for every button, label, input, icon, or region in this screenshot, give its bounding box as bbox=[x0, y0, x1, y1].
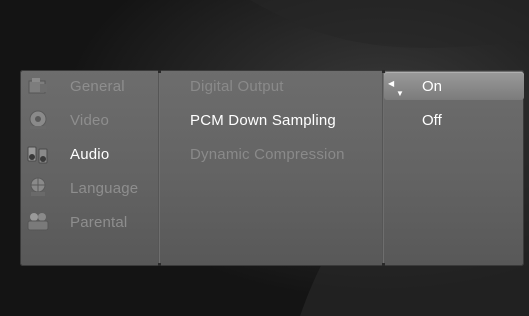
value-off[interactable]: Off bbox=[384, 106, 524, 134]
divider-notch bbox=[382, 263, 385, 266]
category-label: Video bbox=[70, 111, 110, 129]
down-arrow-icon: ▼ bbox=[396, 89, 404, 98]
option-digital-output[interactable]: Digital Output bbox=[190, 72, 284, 100]
parental-icon bbox=[27, 213, 49, 231]
option-dynamic-compression[interactable]: Dynamic Compression bbox=[190, 140, 345, 168]
category-general[interactable]: General bbox=[26, 72, 156, 100]
category-audio[interactable]: Audio bbox=[26, 140, 156, 168]
value-on[interactable]: ◀ ▼ On bbox=[384, 72, 524, 100]
options-column: Digital Output PCM Down Sampling Dynamic… bbox=[160, 70, 384, 266]
divider-notch bbox=[158, 70, 161, 73]
divider-notch bbox=[158, 263, 161, 266]
general-icon bbox=[28, 78, 47, 94]
category-parental[interactable]: Parental bbox=[26, 208, 156, 236]
value-label: On bbox=[422, 77, 443, 95]
category-video[interactable]: Video bbox=[26, 106, 156, 134]
category-label: Audio bbox=[70, 145, 110, 163]
category-label: General bbox=[70, 77, 125, 95]
video-icon bbox=[29, 110, 47, 129]
audio-icon bbox=[27, 146, 48, 164]
value-label: Off bbox=[422, 111, 442, 129]
category-column: General Video Audio Language Parental bbox=[20, 70, 160, 266]
category-language[interactable]: Language bbox=[26, 174, 156, 202]
divider-notch bbox=[382, 70, 385, 73]
category-label: Parental bbox=[70, 213, 128, 231]
language-icon bbox=[30, 177, 46, 196]
values-column: ◀ ▼ On Off bbox=[384, 70, 524, 266]
category-label: Language bbox=[70, 179, 139, 197]
setup-menu-panel: General Video Audio Language Parental Di… bbox=[20, 70, 524, 266]
left-arrow-icon: ◀ bbox=[388, 79, 395, 88]
option-pcm-down-sampling[interactable]: PCM Down Sampling bbox=[190, 106, 336, 134]
